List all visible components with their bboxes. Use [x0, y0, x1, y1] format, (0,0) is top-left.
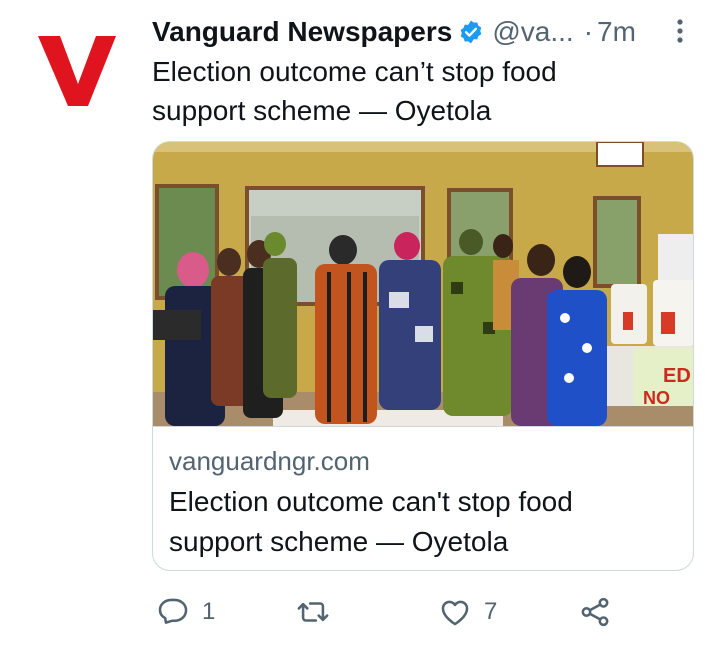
- like-count: 7: [484, 598, 498, 625]
- retweet-button[interactable]: [296, 590, 342, 634]
- tweet-text-line: Election outcome can’t stop food: [152, 56, 557, 87]
- news-photo-icon: ED NO: [153, 142, 693, 426]
- share-icon: [581, 597, 609, 627]
- tweet-text: Election outcome can’t stop food support…: [152, 52, 672, 130]
- link-card[interactable]: ED NO vanguardngr.com Election outcome c…: [152, 141, 694, 571]
- account-name[interactable]: Vanguard Newspapers: [152, 16, 452, 48]
- card-title: Election outcome can't stop food support…: [169, 482, 669, 562]
- more-options-icon[interactable]: [672, 16, 688, 46]
- account-handle[interactable]: @va...: [492, 16, 573, 48]
- retweet-icon: [297, 602, 329, 622]
- card-title-line: Election outcome can't stop food: [169, 486, 573, 517]
- timestamp[interactable]: 7m: [597, 16, 636, 48]
- svg-text:ED: ED: [663, 365, 691, 387]
- separator-dot: ·: [583, 16, 594, 47]
- tweet-header: Vanguard Newspapers @va... · 7m: [152, 12, 692, 52]
- svg-text:NO: NO: [643, 388, 670, 408]
- tweet-text-line: support scheme — Oyetola: [152, 95, 492, 126]
- vanguard-logo-icon: [38, 36, 116, 106]
- card-domain: vanguardngr.com: [169, 446, 370, 476]
- reply-count: 1: [202, 598, 216, 625]
- like-icon: [441, 600, 469, 626]
- share-button[interactable]: [578, 590, 612, 634]
- reply-button[interactable]: 1: [156, 590, 215, 634]
- tweet-actions: 1 7: [152, 590, 692, 634]
- avatar[interactable]: [38, 34, 116, 108]
- verified-badge-icon: [458, 19, 484, 45]
- reply-icon: [158, 598, 188, 624]
- like-button[interactable]: 7: [438, 590, 497, 634]
- card-image[interactable]: ED NO: [153, 142, 693, 427]
- card-title-line: support scheme — Oyetola: [169, 526, 509, 557]
